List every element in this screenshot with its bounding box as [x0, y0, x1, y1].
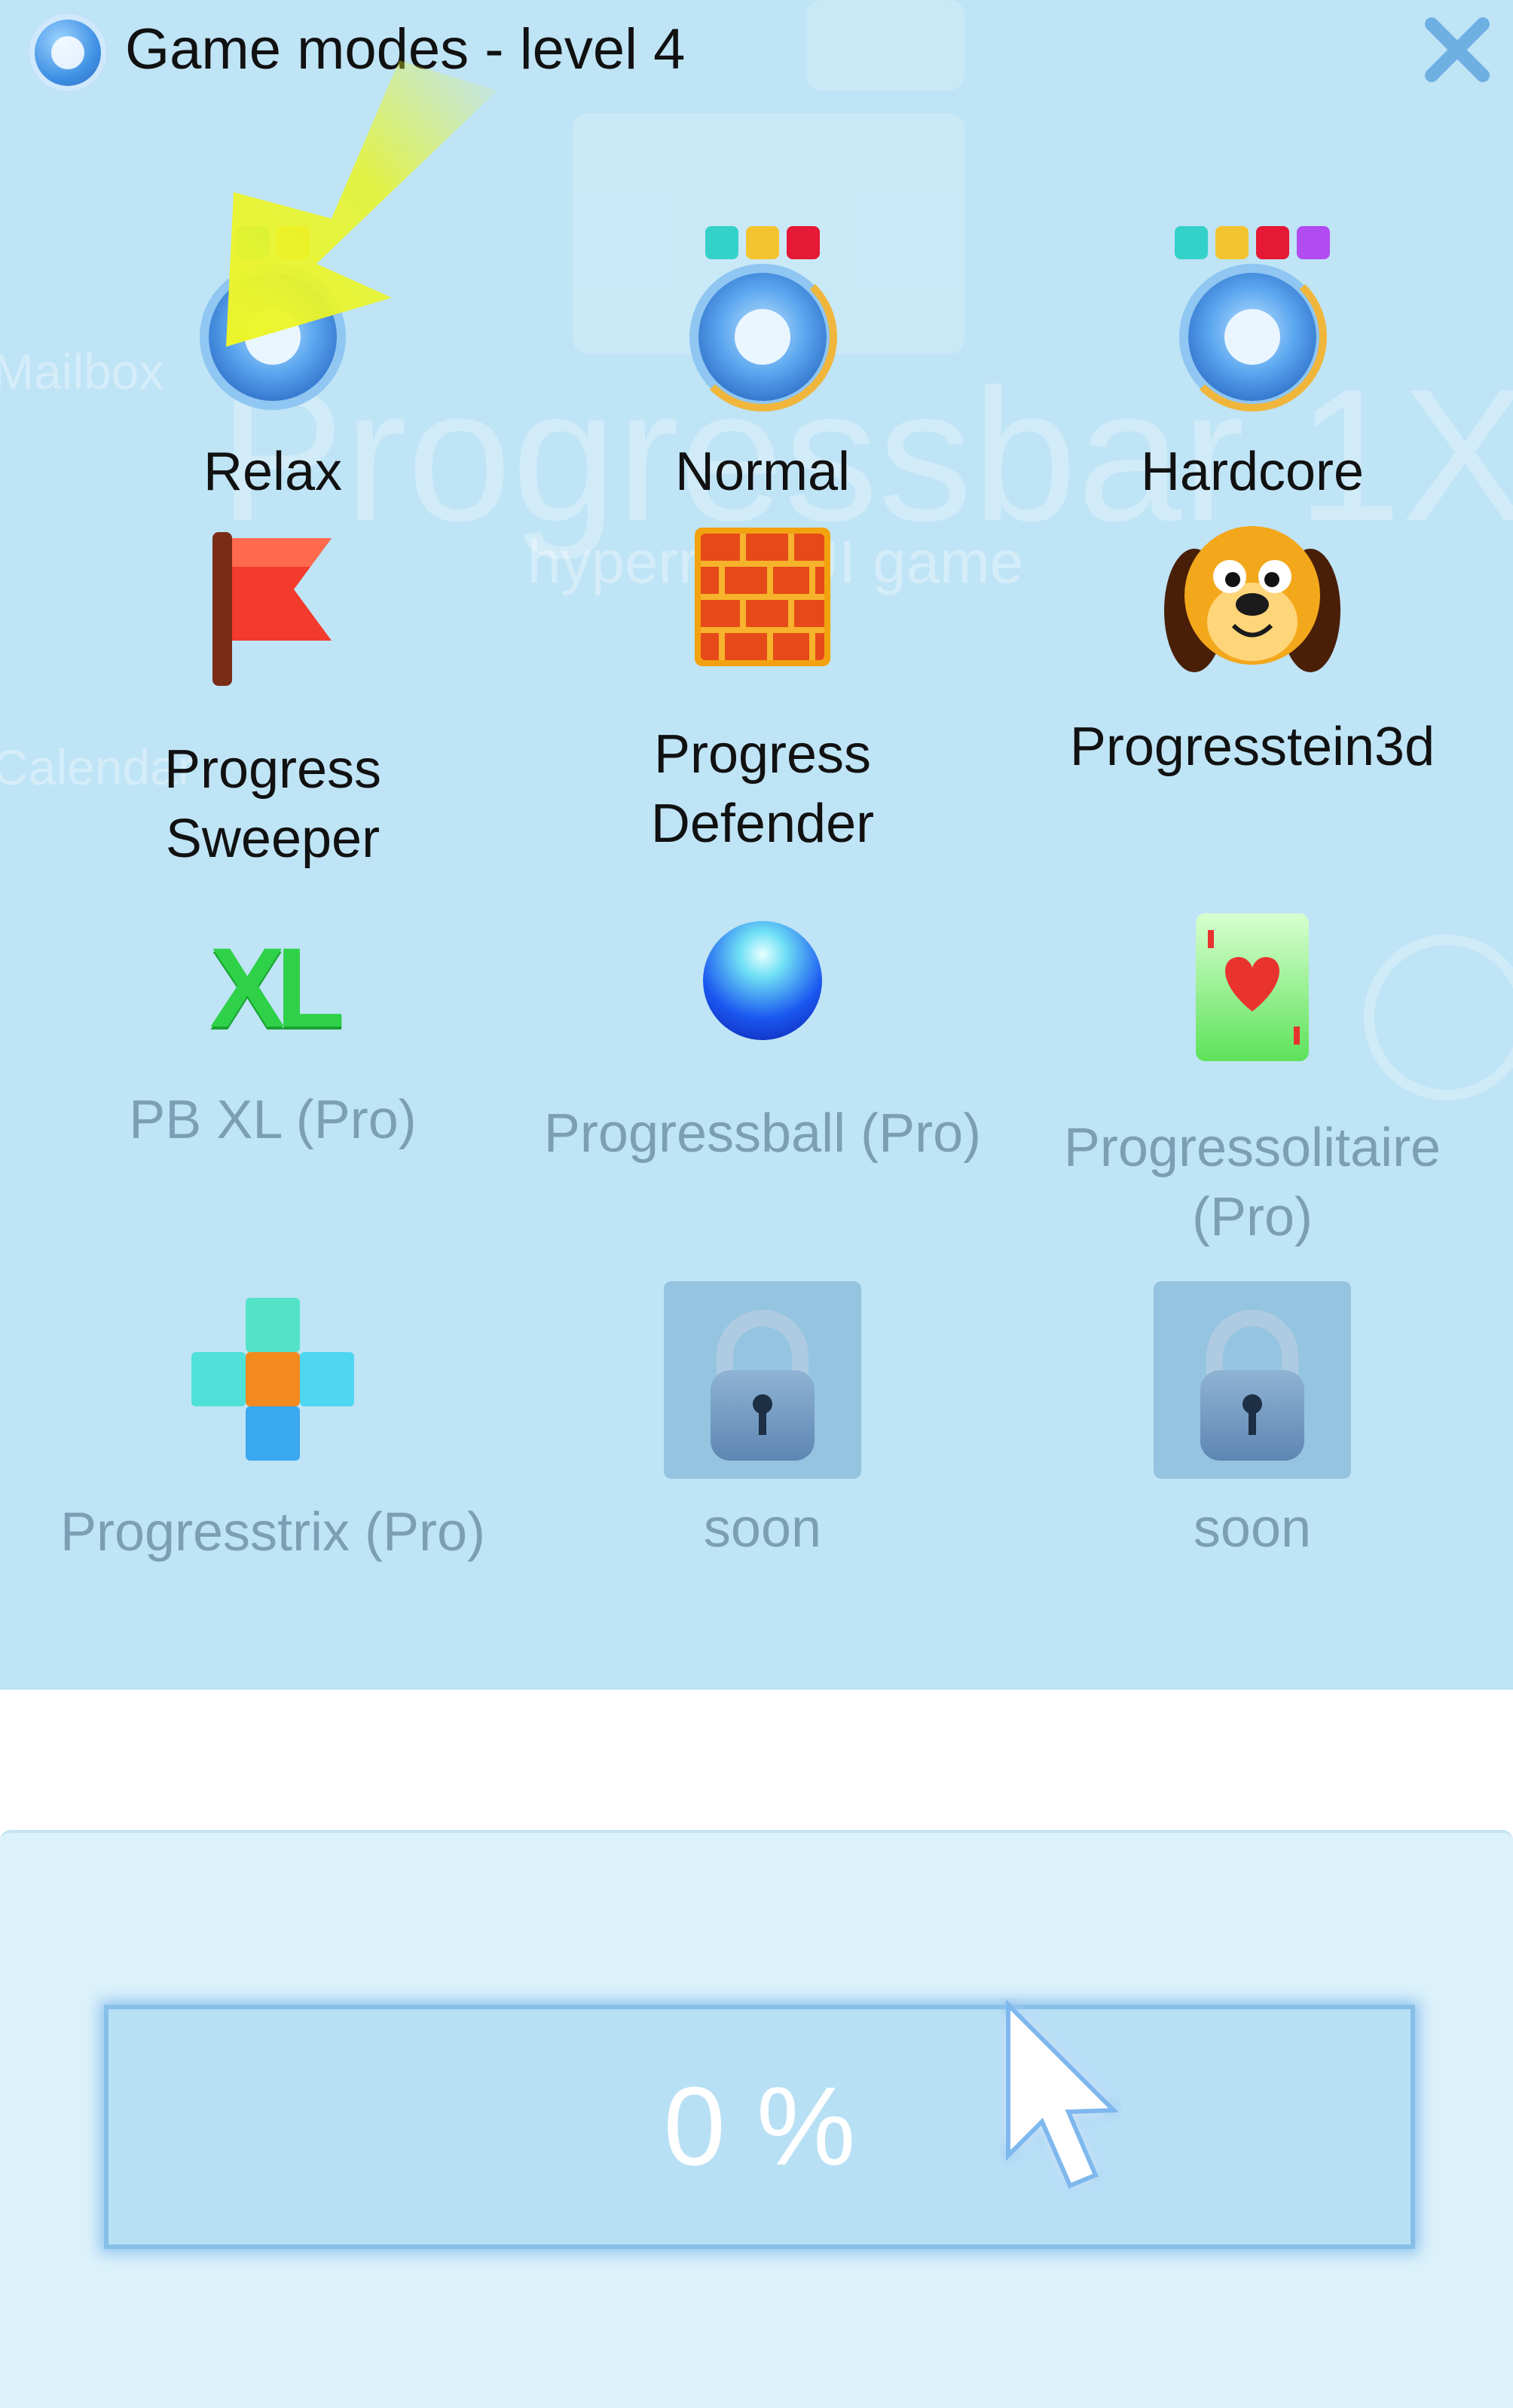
lock-icon: [664, 1281, 861, 1479]
progress-percent-label: 0 %: [663, 2064, 856, 2189]
dot-2: [746, 226, 779, 259]
dot-2: [1215, 226, 1249, 259]
lock-icon: [1154, 1281, 1351, 1479]
close-x-icon[interactable]: [1421, 14, 1493, 86]
tetris-plus-icon: [191, 1298, 354, 1461]
difficulty-dots: [536, 226, 989, 259]
mode-label: Progressball (Pro): [543, 1103, 982, 1164]
mode-progress-defender[interactable]: Progress Defender: [536, 528, 989, 858]
mode-soon-locked[interactable]: soon: [1026, 1281, 1478, 1563]
mode-label: Progresstein3d: [1069, 717, 1435, 777]
mode-progressolitaire[interactable]: Progressolitaire (Pro): [1026, 913, 1478, 1252]
background-window-shape: [806, 0, 964, 90]
mode-label: Hardcore: [1140, 442, 1365, 502]
highlight-arrow-icon: [226, 60, 497, 347]
mode-pb-xl[interactable]: XL PB XL (Pro): [47, 924, 499, 1155]
arrow-cursor-icon: [1006, 1999, 1120, 2189]
progressbar-logo-icon: [29, 14, 107, 92]
xl-icon: XL: [209, 924, 345, 1051]
mode-label: Normal: [674, 442, 851, 502]
progressbar-icon: [688, 262, 837, 412]
progressbar-icon: [1178, 262, 1327, 412]
mode-soon-locked[interactable]: soon: [536, 1281, 989, 1563]
main-progress-bar[interactable]: 0 %: [104, 2005, 1415, 2249]
separator-area: [0, 1690, 1513, 1830]
mode-label: Progressolitaire (Pro): [1063, 1118, 1441, 1247]
dot-3: [787, 226, 820, 259]
mode-label: Progress Defender: [650, 724, 875, 854]
difficulty-dots: [1026, 226, 1478, 259]
dot-1: [705, 226, 738, 259]
mode-progresstrix[interactable]: Progresstrix (Pro): [47, 1296, 499, 1567]
mode-label: Progress Sweeper: [164, 739, 382, 869]
game-modes-dialog: Progressbar 1X hyperreal UI game Mailbox…: [0, 0, 1513, 1690]
mode-label: soon: [703, 1498, 822, 1559]
dot-3: [1256, 226, 1289, 259]
flag-icon: [212, 532, 332, 686]
mode-label: Progresstrix (Pro): [60, 1502, 486, 1562]
mode-progressball[interactable]: Progressball (Pro): [536, 921, 989, 1168]
mode-label: soon: [1193, 1498, 1312, 1559]
mode-label: Relax: [203, 442, 343, 502]
ball-icon: [703, 921, 822, 1040]
mode-label: PB XL (Pro): [129, 1090, 417, 1150]
mode-hardcore[interactable]: Hardcore: [1026, 226, 1478, 506]
dog-face-icon: [1164, 526, 1340, 672]
mode-progress-sweeper[interactable]: Progress Sweeper: [47, 528, 499, 874]
brick-wall-icon: [695, 528, 830, 666]
dot-1: [1175, 226, 1208, 259]
mode-progresstein3d[interactable]: Progresstein3d: [1026, 520, 1478, 782]
playing-card-icon: [1196, 913, 1309, 1061]
dot-4: [1297, 226, 1330, 259]
mode-normal[interactable]: Normal: [536, 226, 989, 506]
